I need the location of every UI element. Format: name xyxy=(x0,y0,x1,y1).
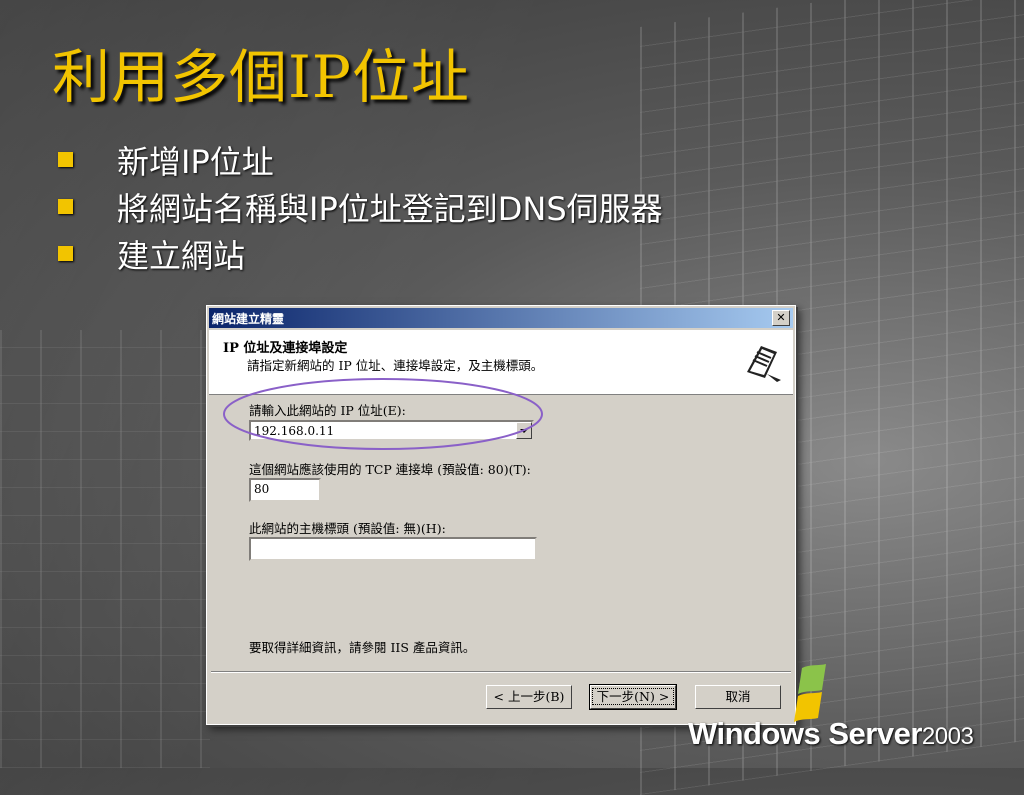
back-button[interactable]: < 上一步(B) xyxy=(486,685,572,709)
ip-address-combobox[interactable]: 192.168.0.11 xyxy=(249,420,534,441)
next-button[interactable]: 下一步(N) > xyxy=(589,684,677,710)
bullet-item: 建立網站 xyxy=(58,230,663,277)
chevron-down-icon[interactable] xyxy=(516,422,532,439)
logo-year: 2003 xyxy=(921,723,974,750)
bullet-square-icon xyxy=(58,199,73,214)
dialog-title: 網站建立精靈 xyxy=(212,311,285,326)
logo-brand: Windows Server xyxy=(688,716,922,751)
wizard-step-title: IP 位址及連接埠設定 xyxy=(223,341,348,356)
bullet-item: 將網站名稱與IP位址登記到DNS伺服器 xyxy=(58,183,663,230)
bullet-list: 新增IP位址 將網站名稱與IP位址登記到DNS伺服器 建立網站 xyxy=(58,136,663,277)
next-button-label: 下一步(N) > xyxy=(591,688,675,705)
background-building-left xyxy=(0,330,210,768)
wizard-book-icon xyxy=(739,338,785,384)
wizard-step-subtitle: 請指定新網站的 IP 位址、連接埠設定，及主機標頭。 xyxy=(247,358,544,373)
close-icon[interactable]: ✕ xyxy=(772,310,790,326)
info-text: 要取得詳細資訊，請參閱 IIS 產品資訊。 xyxy=(249,640,476,655)
bullet-square-icon xyxy=(58,246,73,261)
button-separator xyxy=(211,671,791,673)
ip-address-label: 請輸入此網站的 IP 位址(E): xyxy=(249,403,406,418)
dialog-titlebar[interactable]: 網站建立精靈 ✕ xyxy=(209,308,793,328)
tcp-port-input[interactable]: 80 xyxy=(249,478,321,502)
tcp-port-label: 這個網站應該使用的 TCP 連接埠 (預設值: 80)(T): xyxy=(249,462,531,477)
slide-title: 利用多個IP位址 xyxy=(52,43,470,111)
bullet-text: 建立網站 xyxy=(117,236,246,275)
cancel-button[interactable]: 取消 xyxy=(695,685,781,709)
windows-flag-icon xyxy=(794,664,826,722)
website-wizard-dialog: 網站建立精靈 ✕ IP 位址及連接埠設定 請指定新網站的 IP 位址、連接埠設定… xyxy=(206,305,796,725)
host-header-input[interactable] xyxy=(249,537,537,561)
bullet-text: 新增IP位址 xyxy=(117,142,274,181)
ip-address-value[interactable]: 192.168.0.11 xyxy=(254,424,334,438)
wizard-header: IP 位址及連接埠設定 請指定新網站的 IP 位址、連接埠設定，及主機標頭。 xyxy=(209,330,793,395)
bullet-square-icon xyxy=(58,152,73,167)
windows-server-logo: Windows Server2003 xyxy=(688,716,974,752)
bullet-text: 將網站名稱與IP位址登記到DNS伺服器 xyxy=(117,189,663,228)
host-header-label: 此網站的主機標頭 (預設值: 無)(H): xyxy=(249,521,446,536)
bullet-item: 新增IP位址 xyxy=(58,136,663,183)
